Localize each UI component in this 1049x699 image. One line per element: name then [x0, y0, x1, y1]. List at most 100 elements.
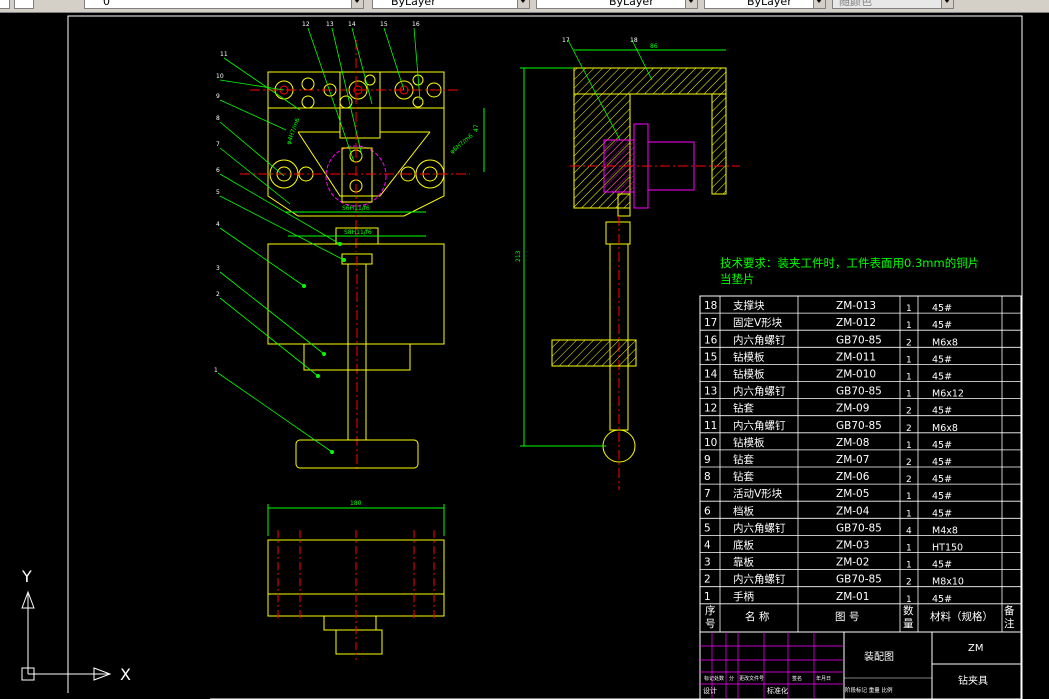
bom-cell-code: ZM-06 — [836, 471, 870, 483]
bom-cell-code: GB70-85 — [836, 420, 882, 432]
plotstyle-dropdown[interactable]: 随颜色 — [832, 0, 954, 9]
bom-cell-no: 2 — [704, 574, 711, 586]
balloon-2: 2 — [216, 291, 220, 298]
bom-cell-qty: 1 — [906, 441, 912, 451]
balloon-10: 10 — [216, 73, 224, 80]
dim-213: 213 — [515, 250, 522, 262]
drawing-canvas[interactable]: S6H11/f6 S8H11/f6 47 φ4H7/m6 φ6H7/m6 1 2… — [0, 13, 1049, 699]
bom-cell-no: 17 — [704, 317, 717, 329]
title-block: 标记 处数 分 更改文件号 签名 年月日 设计 标准化 装配图 阶段标记 重量 … — [699, 631, 1022, 699]
drawing-name: 钻夹具 — [958, 674, 988, 687]
bom-cell-name: 钻模板 — [733, 368, 765, 381]
bom-cell-code: ZM-02 — [836, 557, 869, 569]
plotstyle-value: 随颜色 — [839, 0, 872, 8]
dim-phi4: φ4H7/m6 — [285, 117, 301, 146]
rev-label-doc: 更改文件号 — [739, 675, 764, 682]
bom-cell-mat: 45# — [932, 508, 952, 519]
balloon-9: 9 — [216, 93, 220, 100]
std-label: 标准化 — [767, 686, 788, 695]
layer-dropdown[interactable]: 0 — [84, 0, 364, 9]
bom-cell-name: 支撑块 — [733, 299, 765, 312]
bom-cell-name: 内六角螺钉 — [733, 333, 786, 346]
bom-cell-mat: 45# — [932, 440, 952, 451]
stage-labels: 阶段标记 重量 比例 — [845, 686, 893, 694]
bom-cell-no: 6 — [704, 505, 711, 517]
bom-cell-name: 内六角螺钉 — [733, 419, 786, 432]
bom-cell-no: 1 — [704, 591, 711, 603]
design-label: 设计 — [703, 686, 717, 695]
bom-cell-qty: 2 — [906, 458, 912, 468]
bom-cell-mat: 45# — [932, 320, 952, 331]
bom-cell-qty: 1 — [906, 304, 912, 314]
bom-cell-name: 底板 — [733, 539, 754, 552]
dim-47: 47 — [473, 124, 480, 132]
balloon-1: 1 — [214, 367, 218, 374]
rev-label-zone: 分 — [729, 675, 734, 682]
lightbulb-icon[interactable] — [14, 0, 34, 9]
bom-cell-name: 钻模板 — [733, 436, 765, 449]
color-dropdown[interactable]: ByLayer — [372, 0, 530, 9]
bom-cell-no: 8 — [704, 471, 711, 483]
linetype-dropdown[interactable]: ByLayer — [536, 0, 698, 9]
bom-cell-mat: M6x12 — [932, 389, 964, 400]
ucs-icon: Y X — [21, 567, 131, 684]
rev-label-date: 年月日 — [816, 675, 831, 682]
bom-cell-mat: 45# — [932, 354, 952, 365]
bom-cell-no: 12 — [704, 403, 717, 415]
rev-label-sign: 签名 — [792, 675, 802, 682]
bom-cell-qty: 1 — [906, 355, 912, 365]
layout-tabs-strip[interactable] — [0, 693, 210, 699]
bom-cell-name: 内六角螺钉 — [733, 385, 786, 398]
bom-cell-name: 钻套 — [733, 453, 754, 466]
bom-cell-code: ZM-08 — [836, 437, 869, 449]
color-value: ByLayer — [391, 0, 436, 8]
bom-cell-mat: M6x8 — [932, 337, 958, 348]
lineweight-dropdown[interactable]: ByLayer — [704, 0, 826, 9]
dim-86: 86 — [650, 43, 658, 50]
layer-value: 0 — [103, 0, 110, 8]
bom-cell-code: GB70-85 — [836, 522, 882, 534]
balloon-18: 18 — [630, 37, 638, 44]
rev-label-count: 处数 — [714, 675, 724, 682]
bom-cell-no: 10 — [704, 437, 717, 449]
bom-cell-qty: 1 — [906, 561, 912, 571]
bom-cell-qty: 1 — [906, 595, 912, 605]
linetype-value: ByLayer — [609, 0, 654, 8]
bottom-view: 180 — [267, 500, 445, 660]
bom-cell-qty: 2 — [906, 578, 912, 588]
balloon-5: 5 — [216, 189, 220, 196]
lineweight-value: ByLayer — [747, 0, 792, 8]
bom-cell-mat: M6x8 — [932, 423, 958, 434]
bom-cell-qty: 1 — [906, 373, 912, 383]
bom-cell-name: 钻模板 — [733, 350, 765, 363]
bom-cell-mat: 45# — [932, 372, 952, 383]
bom-cell-name: 内六角螺钉 — [733, 521, 786, 534]
properties-toolbar: 0 ByLayer ByLayer ByLayer 随颜色 — [0, 0, 1049, 13]
bom-cell-mat: HT150 — [932, 543, 963, 554]
bom-header-no: 序号 — [705, 604, 716, 630]
bom-cell-code: ZM-010 — [836, 369, 876, 381]
bom-cell-qty: 2 — [906, 407, 912, 417]
balloon-16: 16 — [412, 21, 420, 28]
company-label: ZM — [968, 643, 983, 654]
bom-cell-code: ZM-07 — [836, 454, 869, 466]
balloon-17: 17 — [562, 37, 570, 44]
bom-cell-qty: 2 — [906, 475, 912, 485]
dim-s8: S8H11/f6 — [344, 229, 372, 236]
tech-requirements-line2: 当垫片 — [720, 272, 755, 286]
bom-header-note: 备注 — [1004, 604, 1015, 630]
bom-cell-qty: 1 — [906, 390, 912, 400]
layer-state-icon[interactable] — [0, 0, 10, 9]
bom-cell-mat: 45# — [932, 560, 952, 571]
bom-cell-code: GB70-85 — [836, 386, 882, 398]
bom-cell-code: ZM-01 — [836, 591, 869, 603]
front-view: S6H11/f6 S8H11/f6 47 φ4H7/m6 φ6H7/m6 1 2… — [214, 21, 485, 470]
balloon-11: 11 — [220, 51, 228, 58]
dim-s6: S6H11/f6 — [342, 205, 370, 212]
bom-cell-no: 9 — [704, 454, 711, 466]
bom-cell-name: 靠板 — [733, 556, 754, 569]
bom-header-code: 图 号 — [835, 611, 859, 623]
bom-cell-mat: M8x10 — [932, 577, 964, 588]
dim-phi6: φ6H7/m6 — [449, 132, 475, 155]
bom-cell-mat: M4x8 — [932, 525, 958, 536]
